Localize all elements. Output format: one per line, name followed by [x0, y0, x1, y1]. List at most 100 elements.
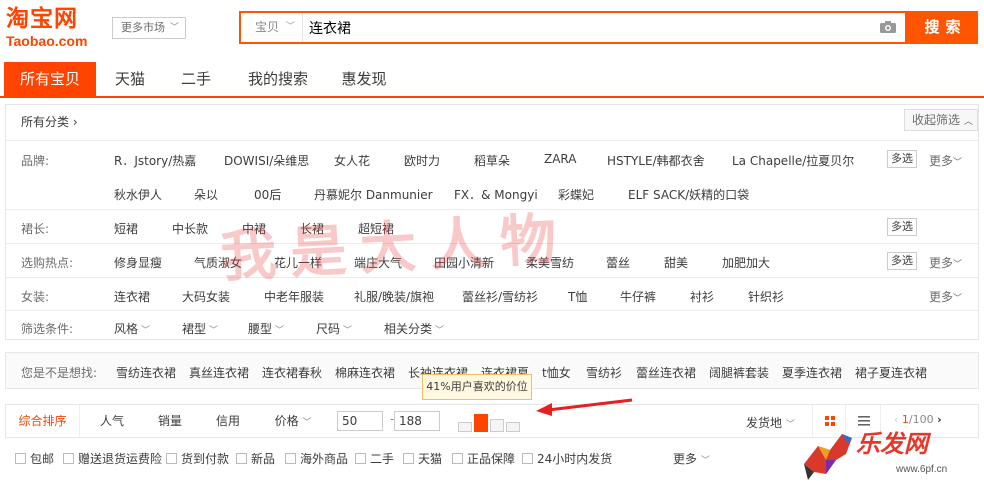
- checkbox-cod[interactable]: 货到付款: [166, 450, 229, 467]
- hot-multi-select-button[interactable]: 多选: [887, 252, 917, 270]
- women-item[interactable]: 牛仔裤: [620, 288, 656, 305]
- suggestion-item[interactable]: 蕾丝连衣裙: [636, 364, 696, 381]
- brand-item[interactable]: HSTYLE/韩都衣舍: [607, 152, 705, 169]
- brand-item[interactable]: 朵以: [194, 186, 218, 203]
- logo-en: Taobao.com: [6, 33, 88, 49]
- price-bar[interactable]: [490, 419, 504, 432]
- condition-style-dropdown[interactable]: 风格 ﹀: [114, 320, 150, 337]
- women-item[interactable]: 连衣裙: [114, 288, 150, 305]
- tab-all-items[interactable]: 所有宝贝: [4, 62, 96, 96]
- sort-price-label: 价格: [274, 414, 299, 428]
- ship-from-dropdown[interactable]: 发货地 ﹀: [746, 414, 795, 431]
- suggestion-item[interactable]: 裙子夏连衣裙: [855, 364, 927, 381]
- search-box: 宝贝 ﹀: [239, 11, 907, 44]
- checkbox-free-shipping[interactable]: 包邮: [15, 450, 54, 467]
- site-logo-url: www.6pf.cn: [896, 464, 948, 475]
- condition-skirt-type-dropdown[interactable]: 裙型 ﹀: [182, 320, 218, 337]
- women-more-label: 更多: [929, 290, 954, 304]
- condition-size-dropdown[interactable]: 尺码 ﹀: [316, 320, 352, 337]
- price-bar[interactable]: [474, 414, 488, 432]
- suggestion-item[interactable]: 夏季连衣裙: [782, 364, 842, 381]
- checkbox-icon: [452, 453, 463, 464]
- tab-tmall[interactable]: 天猫: [104, 62, 156, 96]
- checkbox-genuine[interactable]: 正品保障: [452, 450, 515, 467]
- price-min-input[interactable]: 50: [337, 411, 383, 431]
- checkbox-24h-ship[interactable]: 24小时内发货: [522, 450, 612, 467]
- brand-item[interactable]: R．Jstory/热嘉: [114, 152, 196, 169]
- brand-item[interactable]: 秋水伊人: [114, 186, 162, 203]
- search-type-select[interactable]: 宝贝 ﹀: [241, 13, 303, 42]
- condition-related-dropdown[interactable]: 相关分类 ﹀: [384, 320, 444, 337]
- checkbox-icon: [166, 453, 177, 464]
- brand-item[interactable]: 丹慕妮尔 Danmunier: [314, 186, 433, 203]
- brand-item[interactable]: ZARA: [544, 152, 577, 166]
- suggestion-item[interactable]: 真丝连衣裙: [189, 364, 249, 381]
- hot-item[interactable]: 蕾丝: [606, 254, 630, 271]
- brand-item[interactable]: ELF SACK/妖精的口袋: [628, 186, 749, 203]
- service-more-link[interactable]: 更多 ﹀: [673, 450, 710, 467]
- checkbox-overseas[interactable]: 海外商品: [285, 450, 348, 467]
- brand-label: 品牌:: [21, 154, 50, 168]
- hot-more-link[interactable]: 更多﹀: [929, 254, 962, 271]
- length-item[interactable]: 中长款: [172, 220, 208, 237]
- filter-row-conditions: 筛选条件: 风格 ﹀ 裙型 ﹀ 腰型 ﹀ 尺码 ﹀ 相关分类 ﹀: [6, 310, 978, 340]
- checkbox-tmall[interactable]: 天猫: [403, 450, 442, 467]
- sort-sales[interactable]: 销量: [146, 405, 194, 437]
- women-item[interactable]: 蕾丝衫/雪纺衫: [462, 288, 538, 305]
- tab-discover[interactable]: 惠发现: [332, 62, 396, 96]
- more-market-dropdown[interactable]: 更多市场 ﹀: [112, 17, 186, 39]
- checkbox-return-insurance[interactable]: 赠送退货运费险: [63, 450, 162, 467]
- sort-default[interactable]: 综合排序: [6, 405, 80, 437]
- brand-item[interactable]: 女人花: [334, 152, 370, 169]
- search-tabs: 所有宝贝 天猫 二手 我的搜索 惠发现: [0, 62, 984, 98]
- search-button[interactable]: 搜索: [907, 11, 978, 44]
- sort-popularity[interactable]: 人气: [88, 405, 136, 437]
- women-item[interactable]: 衬衫: [690, 288, 714, 305]
- women-item[interactable]: T恤: [568, 288, 587, 305]
- sort-credit[interactable]: 信用: [204, 405, 252, 437]
- checkbox-icon: [15, 453, 26, 464]
- sort-price[interactable]: 价格 ﹀: [262, 405, 324, 437]
- ship-from-label: 发货地: [746, 416, 783, 430]
- brand-item[interactable]: DOWISI/朵维思: [224, 152, 309, 169]
- search-input[interactable]: [309, 13, 869, 42]
- hot-item[interactable]: 甜美: [664, 254, 688, 271]
- suggestion-item[interactable]: 阔腿裤套装: [709, 364, 769, 381]
- taobao-logo[interactable]: 淘宝网 Taobao.com: [6, 5, 102, 53]
- brand-item[interactable]: 00后: [254, 186, 281, 203]
- camera-icon[interactable]: [879, 20, 897, 34]
- tab-second-hand[interactable]: 二手: [170, 62, 222, 96]
- price-distribution-bars[interactable]: [458, 410, 526, 432]
- women-item[interactable]: 针织衫: [748, 288, 784, 305]
- checkbox-second-hand[interactable]: 二手: [355, 450, 394, 467]
- price-bar[interactable]: [506, 422, 520, 432]
- condition-waist-dropdown[interactable]: 腰型 ﹀: [248, 320, 284, 337]
- chevron-down-icon: ﹀: [302, 418, 312, 428]
- suggestion-item[interactable]: 连衣裙春秋: [262, 364, 322, 381]
- length-item[interactable]: 短裙: [114, 220, 138, 237]
- suggestion-item[interactable]: 棉麻连衣裙: [335, 364, 395, 381]
- brand-item[interactable]: 稻草朵: [474, 152, 510, 169]
- brand-multi-select-button[interactable]: 多选: [887, 150, 917, 168]
- women-item[interactable]: 中老年服装: [264, 288, 324, 305]
- suggestion-item[interactable]: t恤女: [542, 364, 571, 381]
- brand-item[interactable]: La Chapelle/拉夏贝尔: [732, 152, 854, 169]
- brand-more-link[interactable]: 更多﹀: [929, 152, 962, 169]
- suggestion-item[interactable]: 雪纺连衣裙: [116, 364, 176, 381]
- length-multi-select-button[interactable]: 多选: [887, 218, 917, 236]
- chevron-down-icon: ﹀: [785, 420, 795, 430]
- collapse-filter-button[interactable]: 收起筛选 ︿: [904, 109, 978, 131]
- tab-my-search[interactable]: 我的搜索: [238, 62, 318, 96]
- breadcrumb[interactable]: 所有分类 ›: [21, 113, 78, 130]
- checkbox-label: 海外商品: [300, 452, 349, 466]
- women-more-link[interactable]: 更多﹀: [929, 288, 962, 305]
- price-max-input[interactable]: 188: [394, 411, 440, 431]
- chevron-down-icon: ﹀: [435, 326, 445, 336]
- suggestion-item[interactable]: 雪纺衫: [586, 364, 622, 381]
- brand-item[interactable]: 欧时力: [404, 152, 440, 169]
- checkbox-new[interactable]: 新品: [236, 450, 275, 467]
- hot-item[interactable]: 修身显瘦: [114, 254, 162, 271]
- hot-item[interactable]: 加肥加大: [722, 254, 770, 271]
- women-item[interactable]: 礼服/晚装/旗袍: [354, 288, 434, 305]
- price-bar[interactable]: [458, 422, 472, 432]
